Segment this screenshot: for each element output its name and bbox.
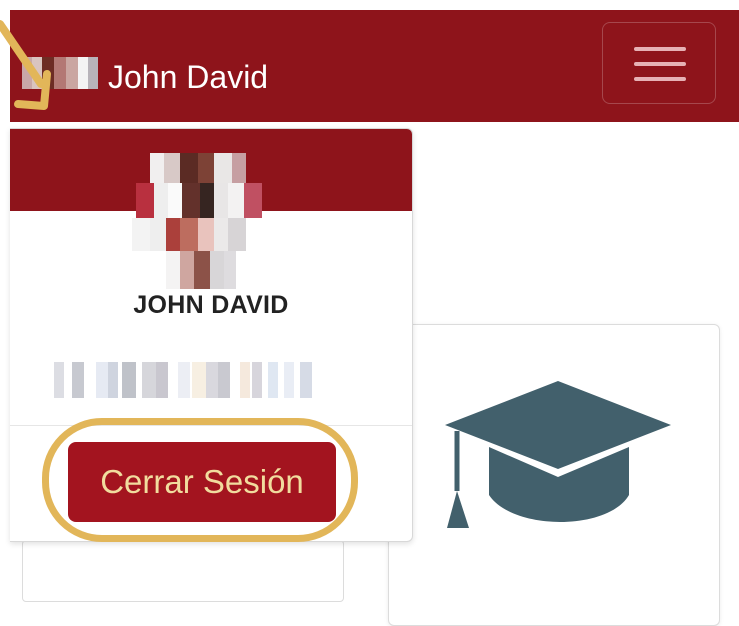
dropdown-divider [10, 425, 412, 426]
profile-name: JOHN DAVID [133, 291, 289, 319]
navbar-username[interactable]: John David [108, 57, 268, 97]
hamburger-menu-icon[interactable] [602, 22, 716, 104]
profile-photo [132, 153, 262, 289]
profile-info-text [54, 362, 312, 398]
profile-dropdown: JOHN DAVID Cerrar Sesión [10, 128, 413, 542]
content-card-bottom [22, 540, 344, 602]
logout-button[interactable]: Cerrar Sesión [68, 442, 336, 522]
top-navbar: John David [10, 10, 739, 122]
graduation-cap-icon [445, 381, 671, 528]
user-avatar-icon[interactable] [22, 57, 102, 89]
course-card[interactable] [388, 324, 720, 626]
